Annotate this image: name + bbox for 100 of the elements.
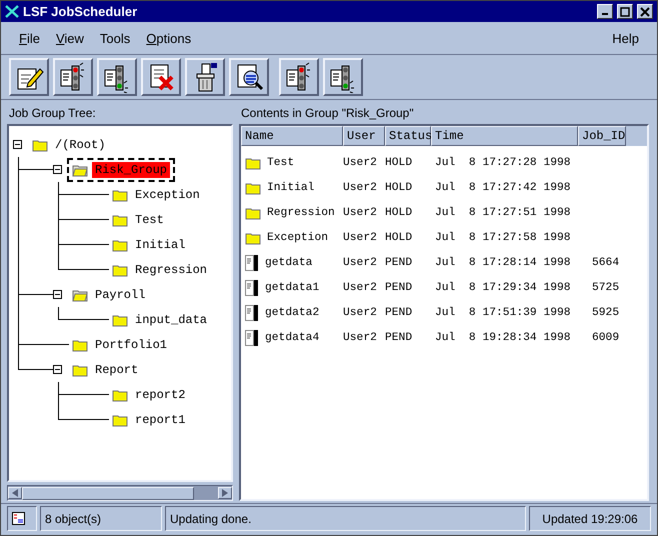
table-cell-text: 5725 xyxy=(591,282,620,294)
table-cell[interactable]: getdata4 xyxy=(265,332,320,344)
window-title: LSF JobScheduler xyxy=(23,4,138,19)
menu-item[interactable]: File xyxy=(11,28,48,48)
toolbar-button[interactable] xyxy=(141,58,181,96)
table-cell-text: PEND xyxy=(385,332,414,344)
folder-icon xyxy=(112,312,128,326)
table-cell-text: PEND xyxy=(385,282,414,294)
tree-node-label[interactable]: Portfolio1 xyxy=(92,336,170,352)
toolbar-button[interactable] xyxy=(229,58,269,96)
tree-node-label[interactable]: Initial xyxy=(132,236,188,252)
folder-icon xyxy=(245,156,261,170)
table-cell-text: PEND xyxy=(385,256,414,268)
table-cell[interactable]: Test xyxy=(267,156,294,168)
collapse-toggle[interactable] xyxy=(53,165,62,174)
minimize-button[interactable] xyxy=(597,4,613,19)
tree-node-label[interactable]: Risk_Group xyxy=(92,162,170,178)
tree-node-label[interactable]: /(Root) xyxy=(52,136,108,152)
scroll-left-button[interactable] xyxy=(8,487,22,499)
table-cell[interactable]: Regression xyxy=(267,206,335,218)
column-header[interactable]: User xyxy=(343,126,385,146)
job-icon xyxy=(245,280,259,296)
table-cell-text: HOLD xyxy=(385,182,414,194)
tree-node-label[interactable]: Exception xyxy=(132,186,203,202)
table-cell-text: Jul 8 17:51:39 1998 xyxy=(434,306,572,318)
horizontal-scrollbar[interactable] xyxy=(7,485,233,501)
table-cell[interactable]: getdata xyxy=(265,256,312,268)
scrollbar-thumb[interactable] xyxy=(22,486,194,500)
table-cell-text: HOLD xyxy=(385,156,414,168)
toolbar-button[interactable] xyxy=(323,58,363,96)
table-cell-text: User2 xyxy=(343,306,378,318)
tree-node-label[interactable]: input_data xyxy=(132,312,210,328)
minus-icon xyxy=(54,291,61,298)
help-menu[interactable]: Help xyxy=(604,28,647,48)
maximize-icon xyxy=(620,6,630,16)
folder-icon xyxy=(112,412,128,426)
scroll-right-button[interactable] xyxy=(218,487,232,499)
column-header[interactable]: Time xyxy=(431,126,578,146)
folder-icon xyxy=(72,362,88,376)
table-cell-text: Jul 8 17:27:51 1998 xyxy=(434,206,572,218)
toolbar-button[interactable] xyxy=(279,58,319,96)
status-message: Updating done. xyxy=(170,512,252,526)
table-cell-text: 5664 xyxy=(591,256,620,268)
table-cell-text: Jul 8 17:27:42 1998 xyxy=(434,182,572,194)
tree-node-label[interactable]: report1 xyxy=(132,412,188,428)
menu-item[interactable]: View xyxy=(48,28,92,48)
table-cell-text: User2 xyxy=(343,182,378,194)
panel-title: Contents in Group "Risk_Group" xyxy=(240,105,415,122)
column-header[interactable]: Name xyxy=(241,126,343,146)
toolbar-button[interactable] xyxy=(97,58,137,96)
tree-node-label[interactable]: report2 xyxy=(132,386,188,402)
job-icon xyxy=(245,254,259,270)
table-cell-text: Jul 8 17:28:14 1998 xyxy=(434,256,572,268)
tree-node-label[interactable]: Payroll xyxy=(92,286,148,302)
table-cell-text: Jul 8 17:27:58 1998 xyxy=(434,232,572,244)
left-arrow-icon xyxy=(12,489,18,497)
right-arrow-icon xyxy=(222,489,228,497)
column-header[interactable]: Job_ID xyxy=(578,126,626,146)
minus-icon xyxy=(14,141,21,148)
table-cell-text: User2 xyxy=(343,206,378,218)
panel-title: Job Group Tree: xyxy=(8,105,97,122)
table-cell-text: 5925 xyxy=(591,306,620,318)
table-cell-text: PEND xyxy=(385,306,414,318)
minus-icon xyxy=(54,366,61,373)
table-cell-text: User2 xyxy=(343,282,378,294)
column-header[interactable]: Status xyxy=(385,126,431,146)
menu-item[interactable]: Tools xyxy=(92,28,138,48)
folder-icon xyxy=(112,238,128,252)
folder-icon xyxy=(112,262,128,276)
table-cell-text: User2 xyxy=(343,332,378,344)
close-button[interactable] xyxy=(637,4,653,19)
tree-node-label[interactable]: Test xyxy=(132,212,167,228)
table-cell-text: Jul 8 17:29:34 1998 xyxy=(434,282,572,294)
collapse-toggle[interactable] xyxy=(13,140,22,149)
menu-item[interactable]: Options xyxy=(138,28,200,48)
toolbar-button[interactable] xyxy=(53,58,93,96)
table-cell-text: User2 xyxy=(343,156,378,168)
folder-icon xyxy=(32,138,48,152)
close-icon xyxy=(640,6,650,16)
table-cell[interactable]: getdata1 xyxy=(265,282,320,294)
toolbar-button[interactable] xyxy=(185,58,225,96)
table-cell-text: 6009 xyxy=(591,332,620,344)
table-cell-text: User2 xyxy=(343,256,378,268)
x-logo-icon xyxy=(5,5,19,18)
folder-icon xyxy=(72,338,88,352)
collapse-toggle[interactable] xyxy=(53,365,62,374)
tree-node-label[interactable]: Regression xyxy=(132,262,210,278)
maximize-button[interactable] xyxy=(617,4,633,19)
collapse-toggle[interactable] xyxy=(53,290,62,299)
table-cell[interactable]: getdata2 xyxy=(265,306,320,318)
folder-icon xyxy=(245,180,261,194)
list-window-icon xyxy=(12,512,25,525)
table-cell-text: HOLD xyxy=(385,206,414,218)
table-cell[interactable]: Exception xyxy=(267,232,328,244)
tree-node-label[interactable]: Report xyxy=(92,362,142,378)
folder-icon xyxy=(245,230,261,244)
table-cell-text: HOLD xyxy=(385,232,414,244)
toolbar-button[interactable] xyxy=(9,58,49,96)
table-cell[interactable]: Initial xyxy=(267,182,314,194)
table-cell-text: Jul 8 17:27:28 1998 xyxy=(434,156,572,168)
